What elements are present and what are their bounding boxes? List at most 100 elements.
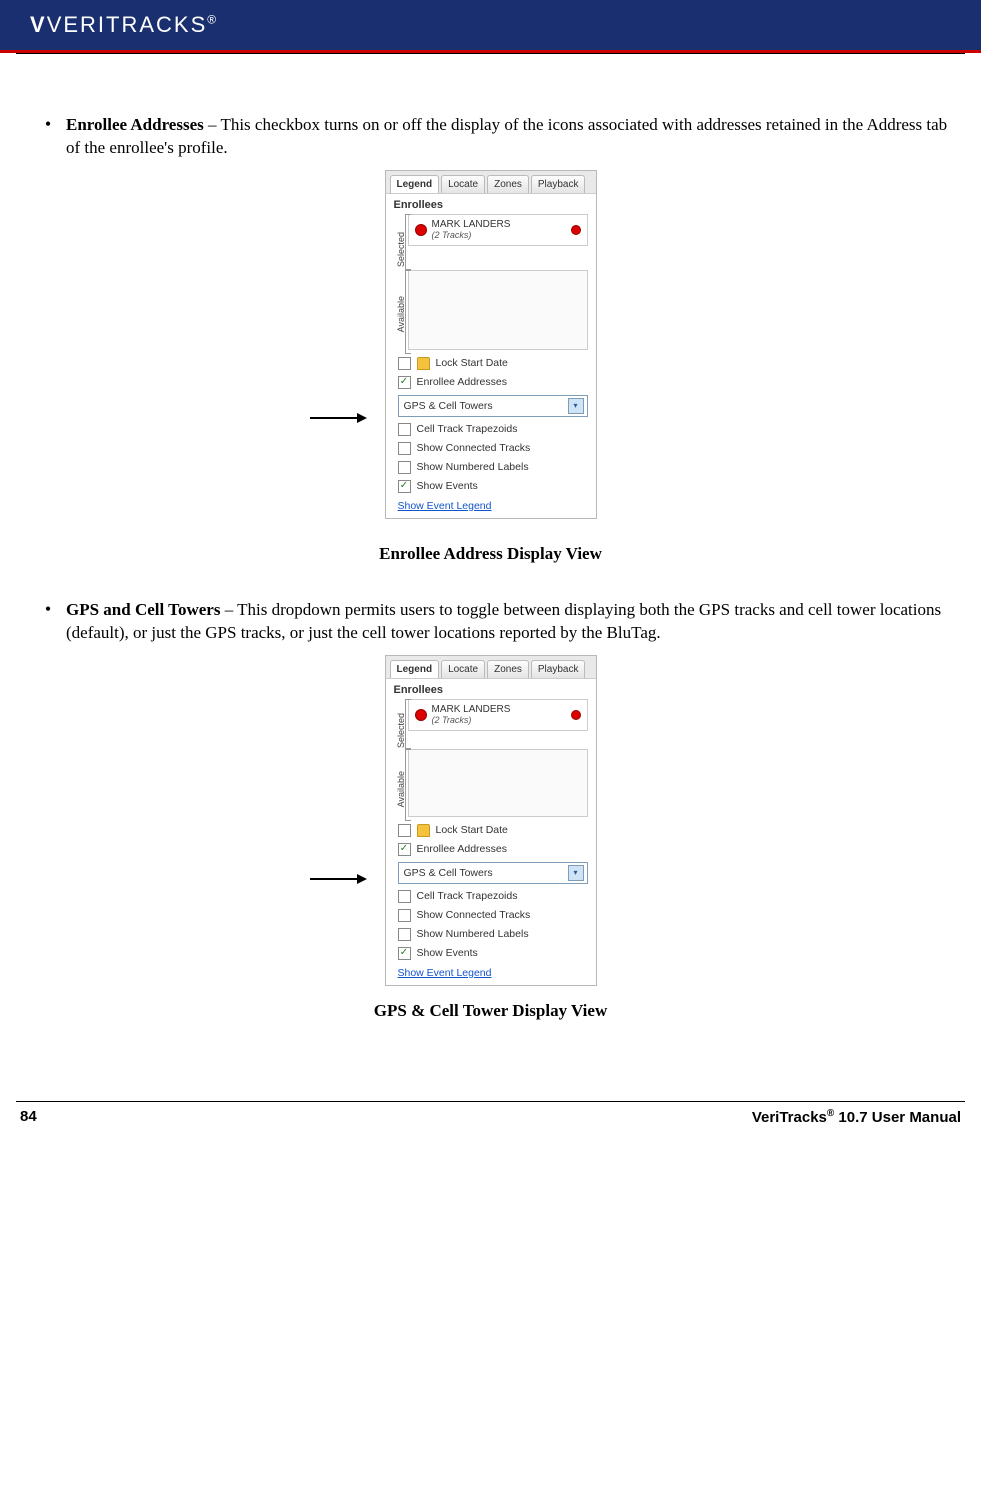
panel-tabs: Legend Locate Zones Playback: [386, 656, 596, 679]
enrollee-sub: (2 Tracks): [432, 715, 472, 725]
annotation-arrow: [310, 878, 365, 880]
tab-zones[interactable]: Zones: [487, 175, 529, 193]
checkbox-lock-start-date[interactable]: [398, 357, 411, 370]
show-event-legend-link[interactable]: Show Event Legend: [386, 496, 596, 518]
bullet-text: Enrollee Addresses – This checkbox turns…: [66, 114, 951, 160]
bullet-gps-cell-towers: • GPS and Cell Towers – This dropdown pe…: [30, 599, 951, 645]
enrollee-name-text: MARK LANDERS: [432, 219, 511, 230]
tab-zones[interactable]: Zones: [487, 660, 529, 678]
show-events-row[interactable]: Show Events: [386, 477, 596, 496]
chevron-down-icon: ▾: [568, 865, 584, 881]
annotation-arrow: [310, 417, 365, 419]
gps-cell-towers-dropdown[interactable]: GPS & Cell Towers ▾: [398, 862, 588, 884]
bracket-icon: [405, 749, 411, 821]
enrollee-addresses-label: Enrollee Addresses: [417, 843, 507, 855]
checkbox-show-connected-tracks[interactable]: [398, 909, 411, 922]
enrollee-addresses-row[interactable]: Enrollee Addresses: [386, 840, 596, 859]
dropdown-value: GPS & Cell Towers: [404, 400, 493, 412]
figure-gps-cell-tower: Legend Locate Zones Playback Enrollees S…: [30, 655, 951, 986]
show-numbered-labels-row[interactable]: Show Numbered Labels: [386, 458, 596, 477]
figure2-caption: GPS & Cell Tower Display View: [30, 1001, 951, 1021]
checkbox-show-connected-tracks[interactable]: [398, 442, 411, 455]
brand-reg: ®: [207, 13, 218, 27]
enrollee-sub: (2 Tracks): [432, 230, 472, 240]
bullet-dot: •: [30, 114, 66, 160]
gps-cell-towers-dropdown[interactable]: GPS & Cell Towers ▾: [398, 395, 588, 417]
checkbox-show-events[interactable]: [398, 480, 411, 493]
available-enrollees-box[interactable]: [408, 270, 588, 350]
tab-legend[interactable]: Legend: [390, 175, 440, 193]
status-icon: [415, 224, 427, 236]
bullet-dot: •: [30, 599, 66, 645]
show-numbered-labels-row[interactable]: Show Numbered Labels: [386, 925, 596, 944]
lock-start-date-row[interactable]: Lock Start Date: [386, 821, 596, 840]
bracket-icon: [405, 699, 411, 749]
figure1-caption: Enrollee Address Display View: [30, 544, 951, 564]
bullet-enrollee-addresses: • Enrollee Addresses – This checkbox tur…: [30, 114, 951, 160]
chevron-down-icon: ▾: [568, 398, 584, 414]
page-content: • Enrollee Addresses – This checkbox tur…: [0, 54, 981, 1101]
checkbox-enrollee-addresses[interactable]: [398, 843, 411, 856]
page-footer: 84 VeriTracks® 10.7 User Manual: [16, 1101, 965, 1142]
show-connected-tracks-row[interactable]: Show Connected Tracks: [386, 906, 596, 925]
enrollee-row[interactable]: MARK LANDERS (2 Tracks): [409, 700, 587, 730]
page-number: 84: [20, 1108, 37, 1126]
track-dot-icon: [571, 225, 581, 235]
cell-track-trapezoids-label: Cell Track Trapezoids: [417, 423, 518, 435]
cell-track-trapezoids-row[interactable]: Cell Track Trapezoids: [386, 887, 596, 906]
bullet-text: GPS and Cell Towers – This dropdown perm…: [66, 599, 951, 645]
available-enrollees-box[interactable]: [408, 749, 588, 817]
tab-playback[interactable]: Playback: [531, 660, 586, 678]
lock-start-date-label: Lock Start Date: [436, 357, 508, 369]
checkbox-cell-track-trapezoids[interactable]: [398, 890, 411, 903]
show-events-label: Show Events: [417, 480, 478, 492]
enrollee-addresses-label: Enrollee Addresses: [417, 376, 507, 388]
enrollee-addresses-row[interactable]: Enrollee Addresses: [386, 373, 596, 392]
enrollee-name-text: MARK LANDERS: [432, 704, 511, 715]
tab-legend[interactable]: Legend: [390, 660, 440, 678]
legend-panel: Legend Locate Zones Playback Enrollees S…: [385, 170, 597, 519]
lock-icon: [417, 824, 430, 837]
show-events-row[interactable]: Show Events: [386, 944, 596, 963]
enrollee-name: MARK LANDERS (2 Tracks): [432, 704, 511, 726]
footer-product: VeriTracks: [752, 1109, 827, 1126]
enrollee-row[interactable]: MARK LANDERS (2 Tracks): [409, 215, 587, 245]
show-events-label: Show Events: [417, 947, 478, 959]
lock-start-date-row[interactable]: Lock Start Date: [386, 354, 596, 373]
tab-locate[interactable]: Locate: [441, 175, 485, 193]
enrollees-title: Enrollees: [386, 194, 596, 214]
cell-track-trapezoids-label: Cell Track Trapezoids: [417, 890, 518, 902]
footer-title: VeriTracks® 10.7 User Manual: [752, 1108, 961, 1126]
show-numbered-labels-label: Show Numbered Labels: [417, 928, 529, 940]
status-icon: [415, 709, 427, 721]
checkbox-enrollee-addresses[interactable]: [398, 376, 411, 389]
bracket-icon: [405, 214, 411, 270]
selected-enrollees-box: MARK LANDERS (2 Tracks): [408, 699, 588, 731]
brand-logo: VVERITRACKS®: [30, 12, 218, 38]
tab-playback[interactable]: Playback: [531, 175, 586, 193]
lock-start-date-label: Lock Start Date: [436, 824, 508, 836]
checkbox-lock-start-date[interactable]: [398, 824, 411, 837]
show-connected-tracks-row[interactable]: Show Connected Tracks: [386, 439, 596, 458]
show-connected-tracks-label: Show Connected Tracks: [417, 442, 531, 454]
selected-enrollees-box: MARK LANDERS (2 Tracks): [408, 214, 588, 246]
cell-track-trapezoids-row[interactable]: Cell Track Trapezoids: [386, 420, 596, 439]
panel-tabs: Legend Locate Zones Playback: [386, 171, 596, 194]
enrollee-name: MARK LANDERS (2 Tracks): [432, 219, 511, 241]
checkbox-show-numbered-labels[interactable]: [398, 928, 411, 941]
page-header: VVERITRACKS®: [0, 0, 981, 53]
brand-text: VERITRACKS: [47, 12, 208, 37]
bracket-icon: [405, 270, 411, 354]
enrollees-title: Enrollees: [386, 679, 596, 699]
tab-locate[interactable]: Locate: [441, 660, 485, 678]
show-event-legend-link[interactable]: Show Event Legend: [386, 963, 596, 985]
bullet-title: Enrollee Addresses: [66, 115, 204, 134]
dropdown-value: GPS & Cell Towers: [404, 867, 493, 879]
checkbox-show-events[interactable]: [398, 947, 411, 960]
lock-icon: [417, 357, 430, 370]
show-connected-tracks-label: Show Connected Tracks: [417, 909, 531, 921]
bullet-title: GPS and Cell Towers: [66, 600, 220, 619]
checkbox-show-numbered-labels[interactable]: [398, 461, 411, 474]
checkbox-cell-track-trapezoids[interactable]: [398, 423, 411, 436]
track-dot-icon: [571, 710, 581, 720]
